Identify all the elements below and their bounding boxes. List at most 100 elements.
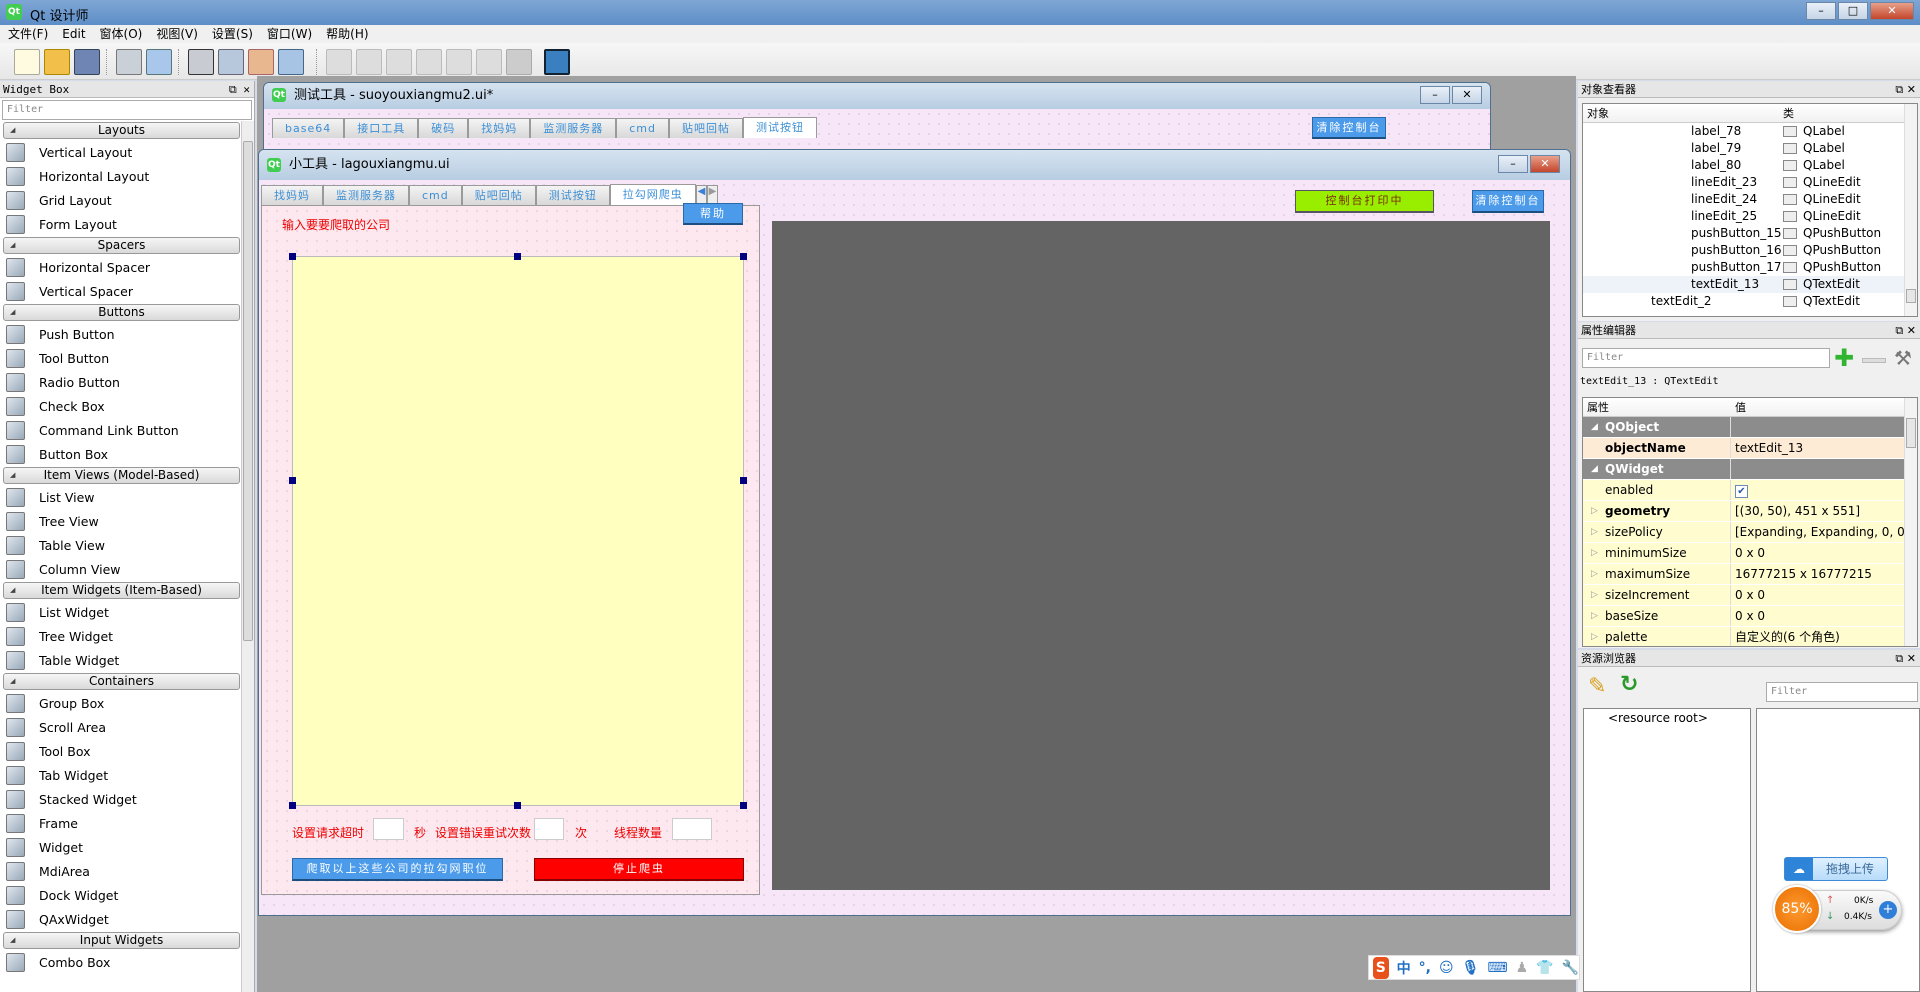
open-folder-icon[interactable] xyxy=(44,49,70,75)
widget-item[interactable]: Command Link Button xyxy=(0,418,254,442)
widget-item[interactable]: Grid Layout xyxy=(0,188,254,212)
window-titlebar[interactable]: Qt 小工具 - lagouxiangmu.ui – ✕ xyxy=(259,150,1570,180)
dock-float-close-icon[interactable]: ⧉ ✕ xyxy=(1895,81,1916,98)
company-text-edit[interactable] xyxy=(292,256,744,806)
bring-to-front-icon[interactable] xyxy=(146,49,172,75)
maximize-button[interactable]: □ xyxy=(1838,2,1868,20)
property-row[interactable]: enabled ✔ xyxy=(1583,480,1905,501)
widget-item[interactable]: Frame xyxy=(0,811,254,835)
widget-item[interactable]: Vertical Layout xyxy=(0,140,254,164)
console-output[interactable] xyxy=(772,221,1550,890)
console-printing-button[interactable]: 控制台打印中 xyxy=(1295,190,1434,213)
menu-form[interactable]: 窗体(O) xyxy=(100,25,143,43)
ime-mode-toggle[interactable]: 中 xyxy=(1397,958,1411,978)
layout-grid-icon[interactable] xyxy=(446,49,472,75)
close-button[interactable]: ✕ xyxy=(1452,86,1482,104)
widget-item[interactable]: Table View xyxy=(0,533,254,557)
menu-settings[interactable]: 设置(S) xyxy=(212,25,253,43)
reload-icon[interactable]: ↻ xyxy=(1620,672,1638,697)
object-tree-row[interactable]: pushButton_16 QPushButton xyxy=(1583,242,1917,259)
widget-item[interactable]: Table Widget xyxy=(0,648,254,672)
widget-item[interactable]: Tab Widget xyxy=(0,763,254,787)
widget-category[interactable]: Buttons xyxy=(3,304,240,321)
dock-float-close-icon[interactable]: ⧉ ✕ xyxy=(1895,322,1916,339)
minimize-button[interactable]: – xyxy=(1498,155,1528,173)
class-column-header[interactable]: 类 xyxy=(1783,104,1794,122)
tab[interactable]: cmd xyxy=(409,185,462,205)
tab[interactable]: 找妈妈 xyxy=(261,185,323,205)
widget-category[interactable]: Spacers xyxy=(3,237,240,254)
tab-scroll-arrows[interactable]: ◀ ▶ xyxy=(696,185,718,204)
property-row[interactable]: objectName textEdit_13 xyxy=(1583,438,1905,459)
widget-category[interactable]: Containers xyxy=(3,673,240,690)
object-tree-row[interactable]: pushButton_15 QPushButton xyxy=(1583,225,1917,242)
adjust-size-icon[interactable] xyxy=(544,49,570,75)
tab[interactable]: 监测服务器 xyxy=(530,118,617,138)
threads-input[interactable] xyxy=(672,818,712,840)
edit-tab-order-icon[interactable] xyxy=(278,49,304,75)
resource-tree[interactable]: <resource root> xyxy=(1583,708,1751,992)
property-row[interactable]: ▷ baseSize 0 x 0 xyxy=(1583,606,1905,627)
ime-punctuation-toggle[interactable]: °, xyxy=(1419,960,1431,976)
timeout-input[interactable] xyxy=(373,818,404,840)
object-tree-row[interactable]: label_78 QLabel xyxy=(1583,123,1917,140)
add-dynamic-property-icon[interactable]: ✚ xyxy=(1834,344,1854,372)
object-tree-row[interactable]: label_80 QLabel xyxy=(1583,157,1917,174)
property-table[interactable]: 属性 值 ◢ QObject objectName textEdit_13 ◢ QWidge… xyxy=(1582,397,1918,647)
property-filter-input[interactable]: Filter xyxy=(1582,348,1830,368)
widget-item[interactable]: Tool Box xyxy=(0,739,254,763)
wrench-icon[interactable]: 🔧 xyxy=(1562,960,1579,976)
skin-shirt-icon[interactable]: 👕 xyxy=(1536,960,1553,976)
tab[interactable]: 贴吧回帖 xyxy=(461,185,536,205)
property-value[interactable]: 16777215 x 16777215 xyxy=(1731,564,1905,584)
property-value[interactable]: 0 x 0 xyxy=(1731,606,1905,626)
tab[interactable]: 找妈妈 xyxy=(468,118,531,138)
tab[interactable]: 贴吧回帖 xyxy=(668,118,743,138)
tab-scroll-left-icon[interactable]: ◀ xyxy=(696,185,707,204)
save-icon[interactable] xyxy=(74,49,100,75)
widget-item[interactable]: Group Box xyxy=(0,691,254,715)
property-value[interactable]: 0 x 0 xyxy=(1731,543,1905,563)
resource-file-list[interactable] xyxy=(1756,708,1920,992)
layout-horizontal-icon[interactable] xyxy=(326,49,352,75)
object-tree-row[interactable]: pushButton_17 QPushButton xyxy=(1583,259,1917,276)
object-tree-row[interactable]: lineEdit_25 QLineEdit xyxy=(1583,208,1917,225)
widget-item[interactable]: Check Box xyxy=(0,394,254,418)
close-button[interactable]: ✕ xyxy=(1870,2,1914,20)
break-layout-icon[interactable] xyxy=(506,49,532,75)
menu-window[interactable]: 窗口(W) xyxy=(267,25,312,43)
property-row[interactable]: ▷ maximumSize 16777215 x 16777215 xyxy=(1583,564,1905,585)
minimize-button[interactable]: – xyxy=(1806,2,1836,20)
menu-file[interactable]: 文件(F) xyxy=(8,25,48,43)
minimize-button[interactable]: – xyxy=(1420,86,1450,104)
layout-v-splitter-icon[interactable] xyxy=(416,49,442,75)
resource-root-item[interactable]: <resource root> xyxy=(1584,709,1750,725)
object-tree-row[interactable]: textEdit_2 QTextEdit xyxy=(1583,293,1917,310)
widget-category[interactable]: Input Widgets xyxy=(3,932,240,949)
widget-item[interactable]: Button Box xyxy=(0,442,254,466)
widget-item[interactable]: Vertical Spacer xyxy=(0,279,254,303)
object-tree-row[interactable]: textEdit_13 QTextEdit xyxy=(1583,276,1917,293)
form-window-small-tool[interactable]: Qt 小工具 - lagouxiangmu.ui – ✕ 找妈妈 监测服务器 cmd… xyxy=(258,149,1571,916)
object-tree-row[interactable]: label_79 QLabel xyxy=(1583,140,1917,157)
property-value[interactable]: textEdit_13 xyxy=(1731,438,1905,458)
widget-category[interactable]: Layouts xyxy=(3,122,240,139)
stop-crawler-button[interactable]: 停止爬虫 xyxy=(534,858,744,881)
widget-box-scrollbar[interactable] xyxy=(241,121,254,992)
enabled-checkbox[interactable]: ✔ xyxy=(1735,485,1748,498)
plus-icon[interactable]: + xyxy=(1879,901,1897,919)
property-row[interactable]: ◢ QWidget xyxy=(1583,459,1905,480)
resource-filter-input[interactable]: Filter xyxy=(1766,682,1918,702)
dock-float-close-icon[interactable]: ⧉ ✕ xyxy=(229,81,250,98)
property-value[interactable] xyxy=(1731,459,1905,479)
property-value[interactable]: [Expanding, Expanding, 0, 0] xyxy=(1731,522,1905,542)
edit-widgets-icon[interactable] xyxy=(188,49,214,75)
tab[interactable]: 破码 xyxy=(418,118,469,138)
property-table-scrollbar[interactable] xyxy=(1904,398,1917,646)
keyboard-icon[interactable]: ⌨ xyxy=(1487,960,1507,976)
object-tree-scrollbar[interactable] xyxy=(1904,104,1917,316)
widget-item[interactable]: Stacked Widget xyxy=(0,787,254,811)
widget-item[interactable]: QAxWidget xyxy=(0,907,254,931)
sogou-logo-icon[interactable]: S xyxy=(1373,956,1389,979)
widget-item[interactable]: Scroll Area xyxy=(0,715,254,739)
